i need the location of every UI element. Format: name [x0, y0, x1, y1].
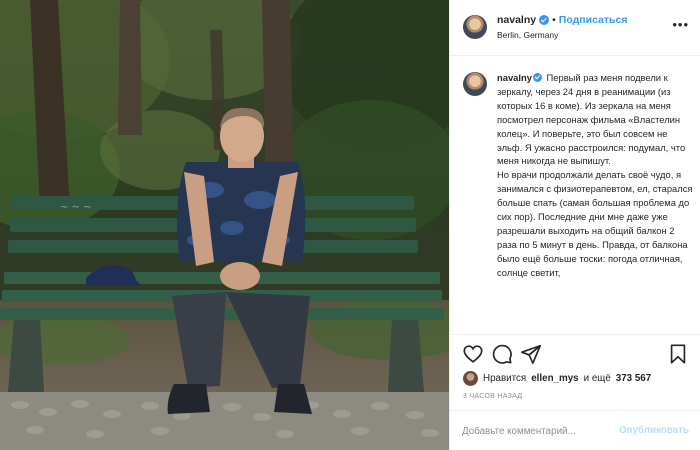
likes-prefix: Нравится	[483, 373, 527, 384]
heart-icon[interactable]	[462, 343, 484, 365]
follow-button[interactable]: Подписаться	[559, 14, 628, 26]
post-timestamp[interactable]: 3 ЧАСОВ НАЗАД	[463, 393, 522, 400]
likes-summary: Нравится ellen_mys и ещё 373 567	[463, 371, 651, 386]
post-photo[interactable]: ~ ~ ~	[0, 0, 449, 450]
comment-input[interactable]	[462, 423, 612, 439]
send-icon[interactable]	[520, 343, 542, 365]
caption-paragraph-1: navalny Первый раз меня подвели к зеркал…	[497, 71, 693, 168]
likes-connector: и ещё	[583, 373, 611, 384]
liker-username-link[interactable]: ellen_mys	[531, 373, 578, 384]
comment-icon[interactable]	[491, 343, 513, 365]
more-horizontal-icon[interactable]: •••	[672, 18, 689, 31]
username-link[interactable]: navalny	[497, 14, 536, 26]
header-user-line: navalny • Подписаться	[497, 14, 627, 26]
caption-text: navalny Первый раз меня подвели к зеркал…	[497, 71, 693, 280]
caption-paragraph-2: Но врачи продолжали делать своё чудо, я …	[497, 169, 693, 278]
photo-illustration: ~ ~ ~	[0, 0, 449, 450]
verified-badge-icon	[532, 73, 542, 82]
avatar[interactable]	[463, 15, 487, 39]
comment-bar: Опубликовать	[450, 410, 700, 450]
verified-badge-icon	[539, 15, 550, 25]
post-header: navalny • Подписаться Berlin, Germany ••…	[450, 0, 700, 56]
location-link[interactable]: Berlin, Germany	[497, 30, 558, 40]
caption-username-link[interactable]: navalny	[497, 72, 532, 83]
likes-count[interactable]: 373 567	[616, 373, 651, 384]
post-sidebar: navalny • Подписаться Berlin, Germany ••…	[449, 0, 700, 450]
publish-button[interactable]: Опубликовать	[619, 425, 689, 436]
separator-dot: •	[552, 14, 556, 26]
caption-area[interactable]: navalny Первый раз меня подвели к зеркал…	[450, 57, 700, 334]
caption-line-1: Первый раз меня подвели к зеркалу, через…	[497, 72, 686, 167]
svg-text:~ ~ ~: ~ ~ ~	[60, 202, 92, 213]
bookmark-icon[interactable]	[667, 343, 689, 365]
caption-avatar[interactable]	[463, 72, 487, 96]
liker-avatar[interactable]	[463, 371, 478, 386]
